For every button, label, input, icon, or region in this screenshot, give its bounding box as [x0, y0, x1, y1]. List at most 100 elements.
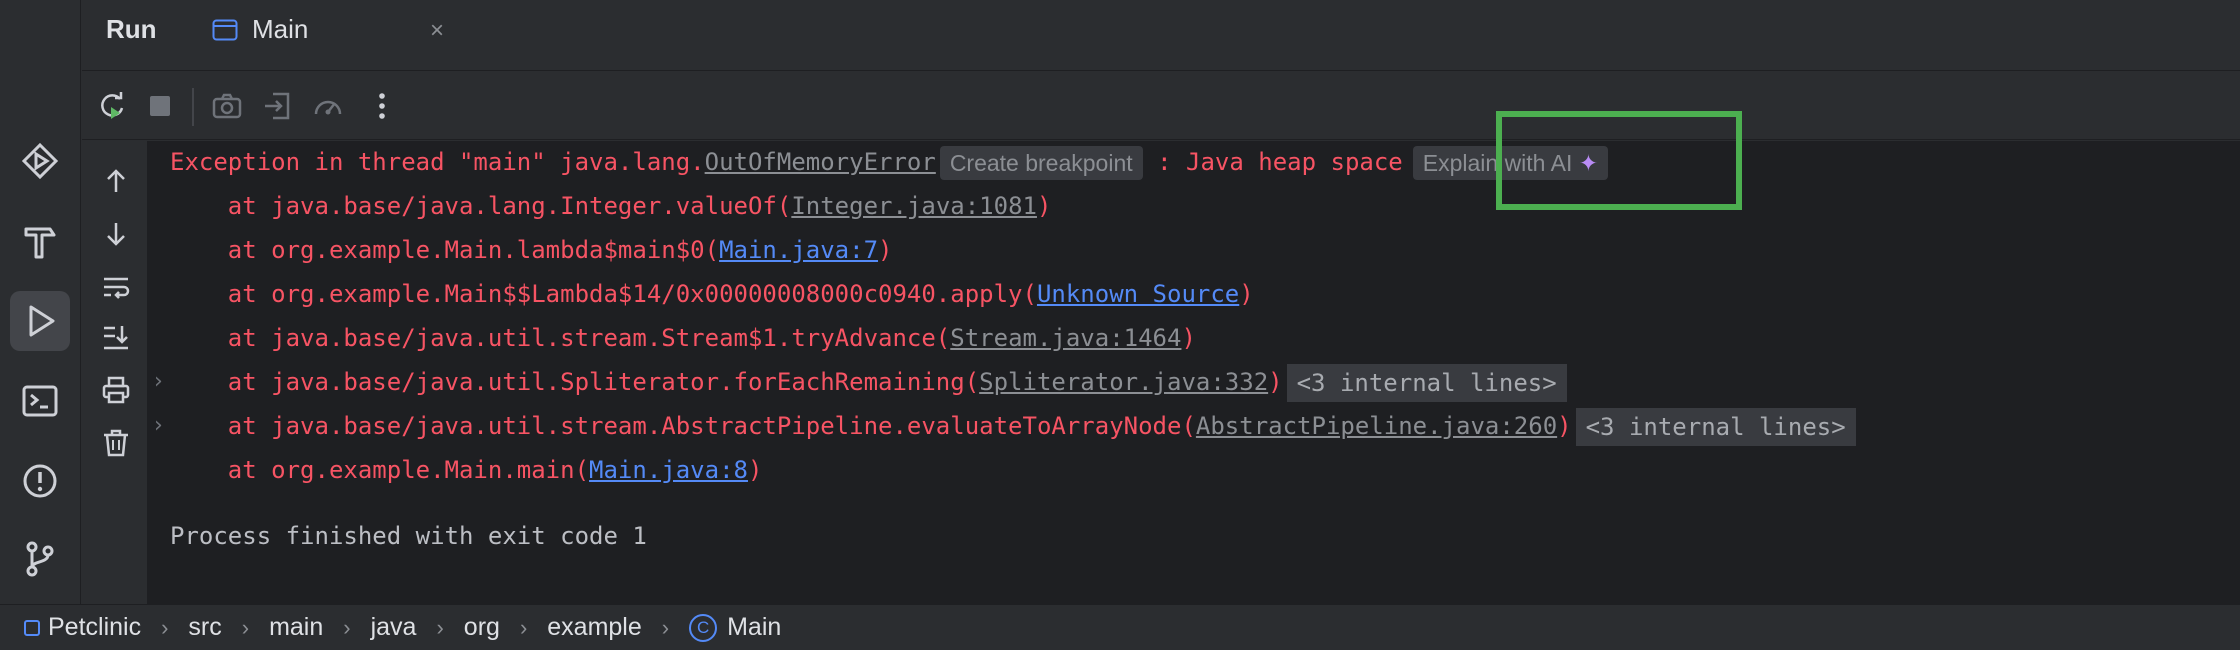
- frame-text: at java.base/java.util.Spliterator.forEa…: [170, 368, 980, 396]
- breadcrumb-item[interactable]: main: [269, 613, 323, 642]
- breadcrumb-label: Petclinic: [48, 613, 142, 641]
- problems-tool-button[interactable]: [10, 451, 70, 511]
- breadcrumb: Petclinic › src › main › java › org › example › C Mai…: [0, 604, 2240, 650]
- highlight-annotation-box: [1496, 111, 1742, 210]
- restore-layout-button[interactable]: [257, 86, 297, 126]
- source-link[interactable]: AbstractPipeline.java:260: [1196, 412, 1557, 440]
- stack-frame-line: at org.example.Main.lambda$main$0(Main.j…: [170, 230, 893, 270]
- breadcrumb-item[interactable]: org: [464, 613, 500, 642]
- source-link[interactable]: Stream.java:1464: [950, 324, 1181, 352]
- source-link[interactable]: Main.java:7: [719, 236, 878, 264]
- source-link[interactable]: Unknown Source: [1037, 280, 1239, 308]
- frame-text: at org.example.Main$$Lambda$14/0x0000000…: [170, 280, 1037, 308]
- breadcrumb-label: java: [370, 613, 417, 641]
- console-output[interactable]: Exception in thread "main" java.lang.Out…: [148, 141, 2240, 604]
- exception-line: Exception in thread "main" java.lang.Out…: [170, 142, 1609, 182]
- tab-close-icon[interactable]: ×: [430, 17, 444, 45]
- run-tool-button[interactable]: [10, 291, 70, 351]
- screenshot-icon: [212, 93, 242, 119]
- stack-frame-line: › at java.base/java.util.Spliterator.for…: [154, 362, 1567, 402]
- left-tool-strip: [0, 0, 81, 604]
- clear-all-button[interactable]: [96, 423, 136, 463]
- scroll-to-end-icon: [104, 326, 128, 350]
- source-link[interactable]: Integer.java:1081: [791, 192, 1037, 220]
- breadcrumb-separator-icon: ›: [241, 614, 250, 640]
- print-button[interactable]: [96, 370, 136, 410]
- more-options-button[interactable]: [362, 86, 402, 126]
- frame-text-suffix: ): [747, 456, 763, 484]
- frame-text-suffix: ): [878, 236, 893, 264]
- soft-wrap-icon: [104, 277, 130, 299]
- breadcrumb-separator-icon: ›: [519, 614, 528, 640]
- frame-text-suffix: ): [1557, 412, 1572, 440]
- internal-lines-fold[interactable]: <3 internal lines>: [1575, 408, 1856, 446]
- build-hammer-icon: [24, 227, 56, 259]
- breadcrumb-item[interactable]: java: [371, 613, 417, 642]
- terminal-tool-button[interactable]: [10, 371, 70, 431]
- stack-frame-line: at java.base/java.lang.Integer.valueOf(I…: [170, 186, 1052, 226]
- source-link[interactable]: Main.java:8: [589, 456, 748, 484]
- panel-title: Run: [106, 14, 157, 44]
- stack-frame-line: at org.example.Main$$Lambda$14/0x0000000…: [170, 274, 1254, 314]
- breadcrumb-label: example: [547, 613, 642, 641]
- git-tool-button[interactable]: [10, 529, 70, 589]
- restore-layout-icon: [265, 92, 290, 120]
- internal-lines-fold[interactable]: <3 internal lines>: [1286, 364, 1567, 402]
- screenshot-button[interactable]: [207, 86, 247, 126]
- frame-text: at java.base/java.util.stream.AbstractPi…: [170, 412, 1196, 440]
- scroll-up-icon: [107, 169, 125, 192]
- profiler-button[interactable]: [308, 86, 348, 126]
- breadcrumb-label: org: [463, 613, 500, 641]
- breadcrumb-label: src: [188, 613, 222, 641]
- frame-text-suffix: ): [1036, 192, 1052, 220]
- source-link[interactable]: Spliterator.java:332: [979, 368, 1268, 396]
- breadcrumb-separator-icon: ›: [343, 614, 351, 640]
- exception-suffix: : Java heap space: [1142, 148, 1403, 176]
- run-icon: [29, 305, 55, 337]
- frame-text-suffix: ): [1239, 280, 1254, 308]
- scroll-to-end-button[interactable]: [96, 317, 136, 357]
- stop-button[interactable]: [140, 86, 180, 126]
- breadcrumb-label: main: [269, 613, 324, 641]
- frame-text: at java.base/java.lang.Integer.valueOf(: [170, 192, 792, 220]
- rerun-button[interactable]: [92, 86, 132, 126]
- exit-message: Process finished with exit code 1: [170, 522, 647, 550]
- frame-text: at org.example.Main.main(: [170, 456, 590, 484]
- breadcrumb-item[interactable]: Petclinic: [24, 613, 141, 642]
- profiler-icon: [314, 100, 342, 115]
- breadcrumb-item[interactable]: src: [188, 613, 221, 642]
- create-breakpoint-button[interactable]: Create breakpoint: [939, 146, 1143, 180]
- stack-frame-line: at java.base/java.util.stream.Stream$1.t…: [170, 318, 1196, 358]
- stop-icon: [150, 96, 170, 116]
- project-icon: [24, 619, 40, 636]
- rerun-icon: [101, 92, 124, 119]
- expand-fold-icon[interactable]: ›: [154, 406, 163, 446]
- tab-main[interactable]: Main ×: [186, 0, 454, 71]
- breadcrumb-item[interactable]: example: [547, 613, 642, 642]
- class-icon: C: [689, 613, 718, 642]
- toolbar-separator: [192, 88, 194, 126]
- frame-text-suffix: ): [1181, 324, 1196, 352]
- soft-wrap-button[interactable]: [96, 267, 136, 307]
- build-tool-button[interactable]: [10, 211, 70, 271]
- breadcrumb-item[interactable]: C Main: [689, 613, 781, 642]
- run-panel-header: Run Main ×: [82, 0, 2240, 71]
- run-toolbar: [82, 72, 2240, 140]
- services-tool-button[interactable]: [10, 131, 70, 191]
- console-tab-icon: [212, 19, 238, 41]
- frame-text-suffix: ): [1268, 368, 1283, 396]
- console-side-actions: [82, 141, 148, 604]
- breadcrumb-separator-icon: ›: [661, 614, 670, 640]
- exception-class-link[interactable]: OutOfMemoryError: [705, 148, 936, 176]
- print-icon: [102, 376, 130, 404]
- stack-frame-line: at org.example.Main.main(Main.java:8): [170, 450, 763, 490]
- breadcrumb-label: Main: [727, 613, 782, 641]
- scroll-up-button[interactable]: [96, 161, 136, 201]
- expand-fold-icon[interactable]: ›: [154, 362, 163, 402]
- git-icon: [26, 541, 54, 577]
- breadcrumb-separator-icon: ›: [436, 614, 444, 640]
- scroll-down-button[interactable]: [96, 214, 136, 254]
- clear-all-icon: [104, 429, 128, 457]
- frame-text: at org.example.Main.lambda$main$0(: [170, 236, 720, 264]
- problems-icon: [23, 464, 57, 498]
